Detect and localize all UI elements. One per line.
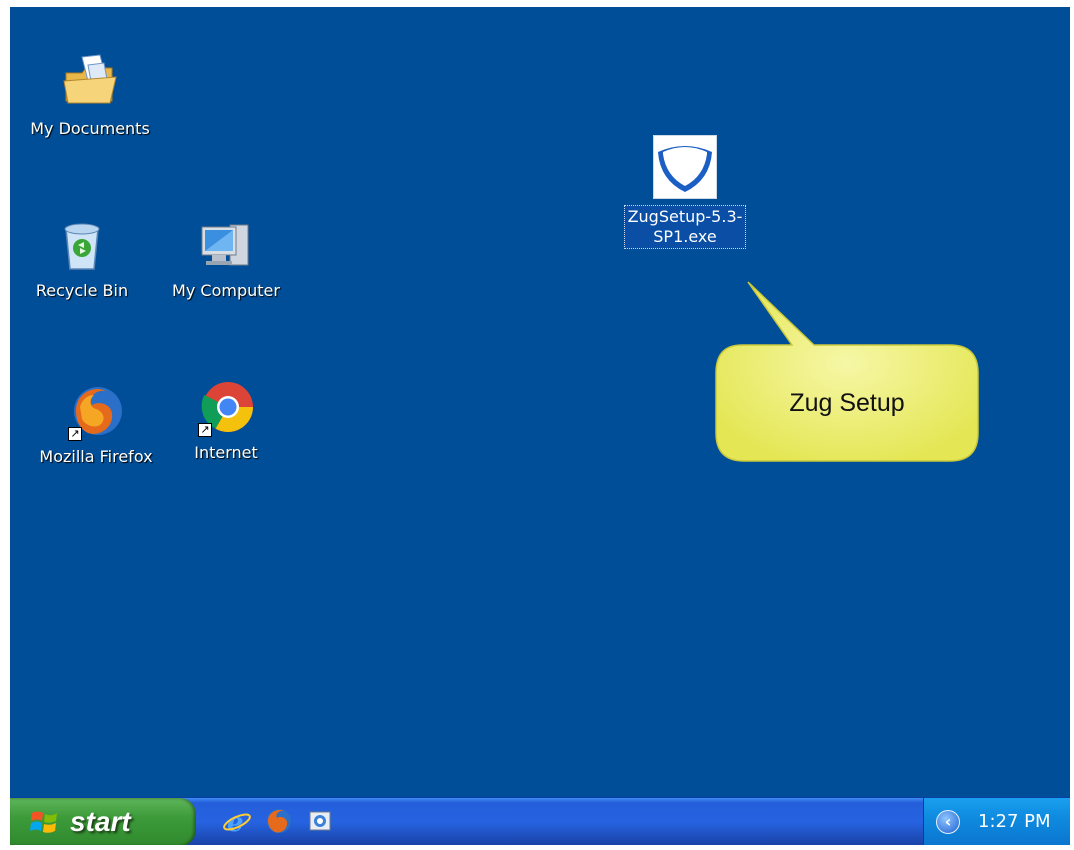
file-label-line2: SP1.exe [653,227,717,246]
windows-logo-icon [30,809,60,835]
desktop-icon-label: Recycle Bin [35,281,129,300]
desktop-icon-internet[interactable]: ↗ Internet [151,377,301,463]
desktop-icon-label: Mozilla Firefox [39,447,153,466]
file-label: ZugSetup-5.3- SP1.exe [623,205,747,249]
file-label-line1: ZugSetup-5.3- [627,207,743,226]
computer-icon [196,215,256,275]
callout-text: Zug Setup [789,388,905,417]
firefox-icon: ↗ [66,381,126,441]
shortcut-arrow-icon: ↗ [68,427,82,441]
system-tray: ‹ 1:27 PM [923,798,1070,845]
recycle-bin-icon [52,215,112,275]
folder-documents-icon [60,53,120,113]
desktop-icon-recycle-bin[interactable]: Recycle Bin [10,215,157,301]
desktop-icon-mozilla-firefox[interactable]: ↗ Mozilla Firefox [21,381,171,467]
clock[interactable]: 1:27 PM [978,811,1051,832]
desktop-icon-my-documents[interactable]: My Documents [15,53,165,139]
desktop: My Documents Recycle Bin My Computer ↗ M… [10,7,1070,845]
desktop-icon-zugsetup-exe[interactable]: ZugSetup-5.3- SP1.exe [605,135,765,249]
desktop-icon-my-computer[interactable]: My Computer [151,215,301,301]
desktop-icon-label: Internet [194,443,258,462]
desktop-icon-label: My Documents [30,119,150,138]
svg-text:e: e [227,808,244,836]
internet-explorer-icon[interactable]: e [222,806,252,838]
chrome-icon: ↗ [196,377,256,437]
quick-launch-bar: e [222,806,336,838]
desktop-icon-label: My Computer [172,281,280,300]
shortcut-arrow-icon: ↗ [198,423,212,437]
taskbar: start e ‹ 1:27 PM [10,797,1070,845]
start-button[interactable]: start [10,798,196,845]
start-label: start [70,806,131,837]
show-hidden-icons-button[interactable]: ‹ [936,810,960,834]
zug-setup-icon [653,135,717,199]
chrome-icon[interactable] [306,806,336,836]
firefox-icon[interactable] [264,806,294,836]
